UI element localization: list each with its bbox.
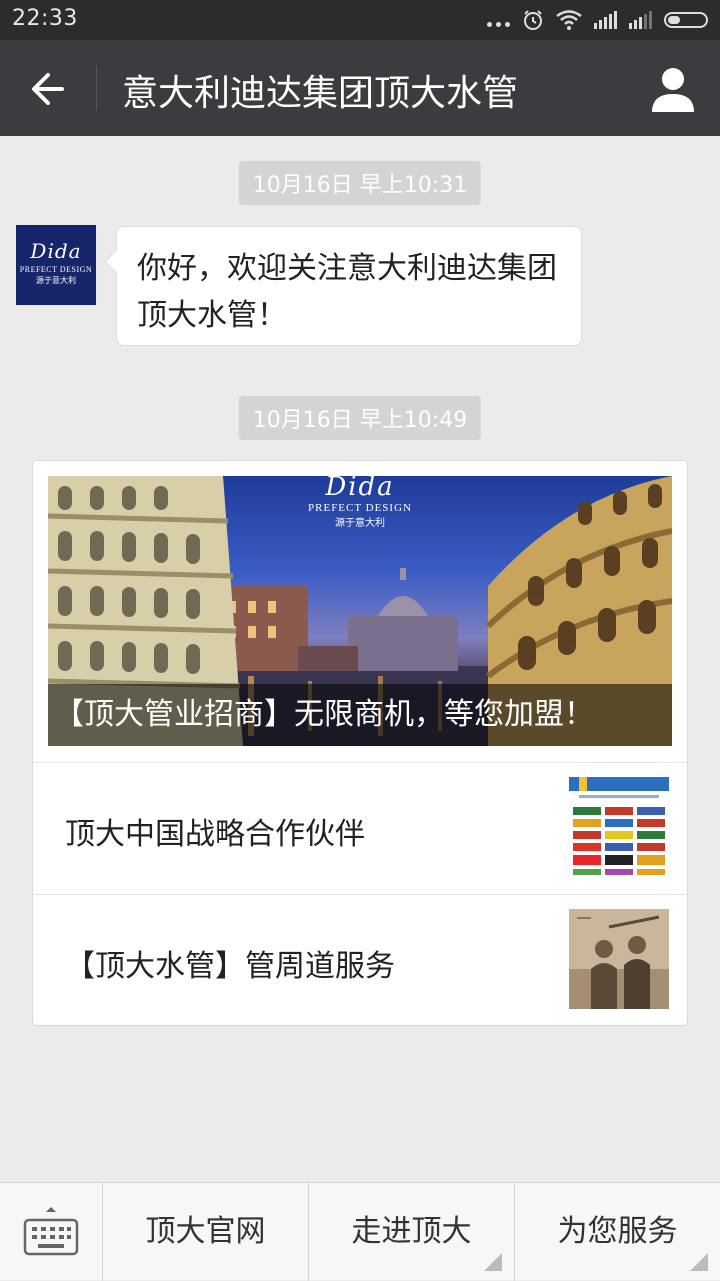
article-card: Dida PREFECT DESIGN 源于意大利 【顶大管业招商】无限商机，等… bbox=[32, 460, 688, 1026]
timestamp: 10月16日 早上10:31 bbox=[238, 161, 482, 205]
article-item[interactable]: 顶大中国战略合作伙伴 bbox=[33, 763, 687, 893]
nav-bar: 意大利迪达集团顶大水管 bbox=[0, 40, 720, 136]
article-cover[interactable]: Dida PREFECT DESIGN 源于意大利 【顶大管业招商】无限商机，等… bbox=[48, 476, 672, 746]
menu-item-about[interactable]: 走进顶大 bbox=[308, 1183, 514, 1281]
signal-icon-2 bbox=[629, 11, 652, 29]
menu-item-label: 走进顶大 bbox=[351, 1214, 472, 1249]
partners-thumbnail bbox=[569, 777, 669, 877]
article-title: 顶大中国战略合作伙伴 bbox=[65, 817, 365, 852]
back-arrow-icon[interactable] bbox=[22, 62, 76, 116]
status-bar: 22:33 bbox=[0, 0, 720, 40]
keyboard-icon bbox=[23, 1207, 79, 1256]
battery-icon bbox=[664, 12, 708, 28]
status-time: 22:33 bbox=[12, 6, 78, 31]
avatar-tagline: 源于意大利 bbox=[36, 276, 76, 285]
more-dots-icon bbox=[487, 21, 510, 27]
avatar-brand: Dida bbox=[30, 239, 82, 263]
alarm-icon bbox=[524, 10, 542, 30]
keyboard-toggle-button[interactable] bbox=[0, 1183, 102, 1281]
submenu-indicator-icon bbox=[690, 1253, 708, 1271]
cover-article-title: 【顶大管业招商】无限商机，等您加盟！ bbox=[48, 684, 672, 746]
menu-item-official-site[interactable]: 顶大官网 bbox=[102, 1183, 308, 1281]
menu-item-label: 顶大官网 bbox=[145, 1214, 266, 1249]
page-title: 意大利迪达集团顶大水管 bbox=[122, 73, 519, 114]
status-icons bbox=[487, 8, 708, 32]
article-title: 【顶大水管】管周道服务 bbox=[65, 949, 395, 984]
wifi-icon bbox=[556, 10, 582, 30]
cover-brand-name: Dida bbox=[325, 476, 395, 502]
cover-brand: Dida PREFECT DESIGN 源于意大利 bbox=[48, 476, 672, 529]
cover-brand-tagline: 源于意大利 bbox=[335, 518, 385, 529]
cover-brand-subtitle: PREFECT DESIGN bbox=[308, 502, 412, 514]
service-thumbnail bbox=[569, 909, 669, 1009]
message-bubble[interactable]: 你好，欢迎关注意大利迪达集团顶大水管！ bbox=[116, 226, 582, 346]
avatar[interactable]: Dida PREFECT DESIGN 源于意大利 bbox=[16, 225, 96, 305]
article-item[interactable]: 【顶大水管】管周道服务 bbox=[33, 895, 687, 1025]
menu-item-label: 为您服务 bbox=[557, 1214, 678, 1249]
submenu-indicator-icon bbox=[484, 1253, 502, 1271]
bottom-menu-bar: 顶大官网 走进顶大 为您服务 bbox=[0, 1182, 720, 1281]
nav-divider bbox=[96, 66, 97, 110]
avatar-subtitle: PREFECT DESIGN bbox=[19, 265, 93, 274]
profile-icon[interactable] bbox=[648, 64, 698, 114]
timestamp: 10月16日 早上10:49 bbox=[238, 396, 482, 440]
menu-item-service[interactable]: 为您服务 bbox=[514, 1183, 720, 1281]
message-text: 你好，欢迎关注意大利迪达集团顶大水管！ bbox=[137, 251, 557, 333]
signal-icon bbox=[594, 11, 617, 29]
